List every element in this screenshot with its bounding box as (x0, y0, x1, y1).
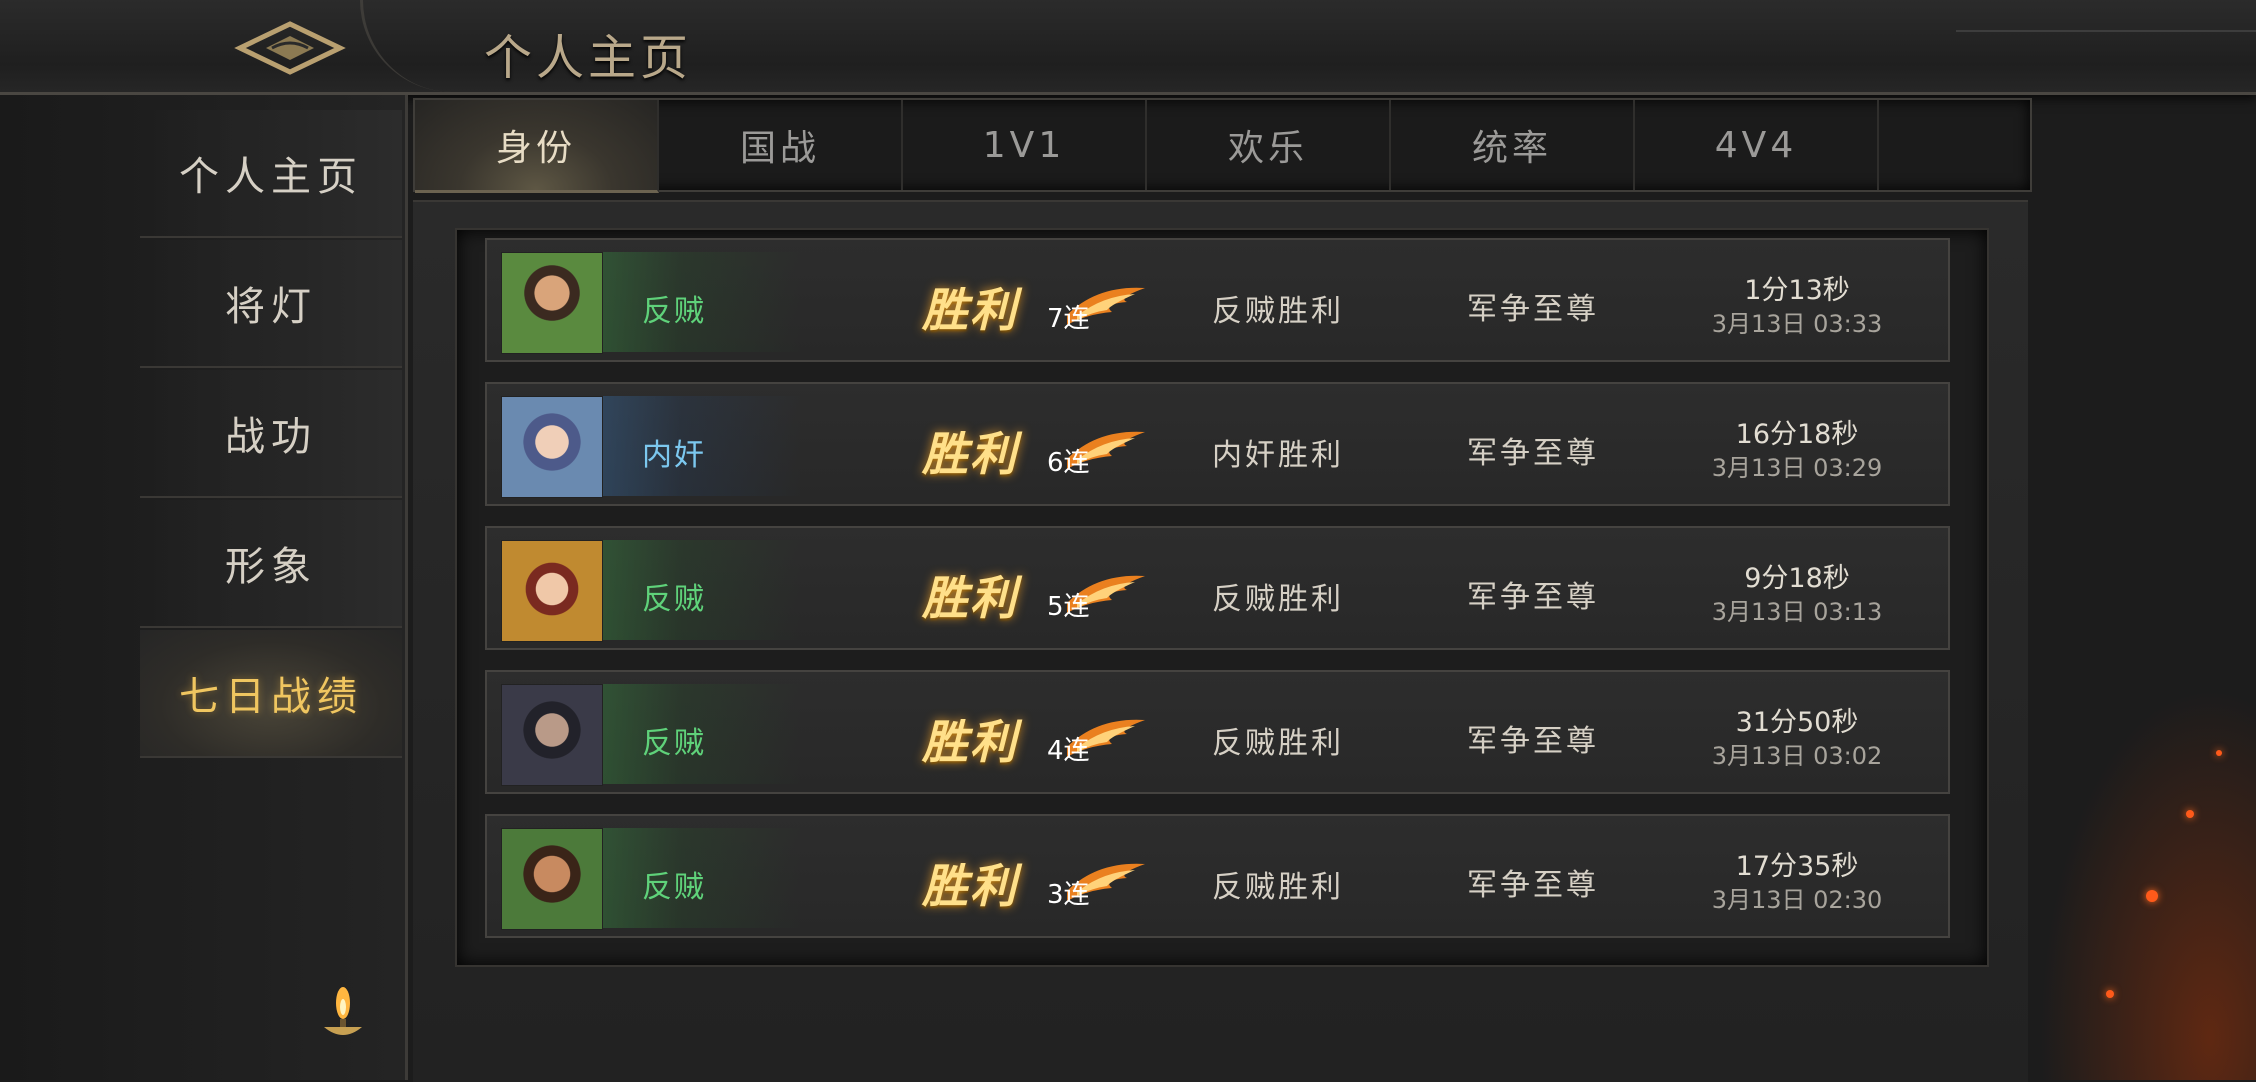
record-row[interactable]: 反贼 胜利 5连 反贼胜利 军争至尊 9分18秒 3月13日 03:13 (485, 526, 1950, 650)
game-datetime: 3月13日 03:29 (1711, 454, 1883, 482)
faction-label: 反贼 (642, 294, 706, 329)
game-datetime: 3月13日 03:33 (1711, 310, 1883, 338)
ember-glow (2026, 660, 2256, 1080)
sidebar-item-label: 战功 (225, 414, 317, 460)
game-duration: 9分18秒 (1744, 563, 1850, 594)
tab-command[interactable]: 统率 (1391, 100, 1635, 190)
sidebar-item-label: 个人主页 (179, 154, 363, 200)
record-row[interactable]: 反贼 胜利 4连 反贼胜利 军争至尊 31分50秒 3月13日 03:02 (485, 670, 1950, 794)
back-emblem-icon (234, 21, 346, 75)
record-row[interactable]: 反贼 胜利 3连 反贼胜利 军争至尊 17分35秒 3月13日 02:30 (485, 814, 1950, 938)
result-label: 胜利 (922, 571, 1018, 625)
rank-label: 军争至尊 (1467, 292, 1599, 327)
sidebar-item-home[interactable]: 个人主页 (140, 110, 402, 238)
game-duration: 16分18秒 (1735, 419, 1859, 450)
sidebar-item-label: 七日战绩 (179, 674, 363, 720)
result-label: 胜利 (922, 427, 1018, 481)
sidebar-item-general-lamp[interactable]: 将灯 (140, 240, 402, 368)
outcome-label: 反贼胜利 (1212, 726, 1344, 761)
rank-label: 军争至尊 (1467, 724, 1599, 759)
general-portrait (501, 396, 603, 498)
general-portrait (501, 684, 603, 786)
tab-label: 4V4 (1714, 124, 1798, 166)
game-duration: 17分35秒 (1735, 851, 1859, 882)
tab-4v4[interactable]: 4V4 (1635, 100, 1879, 190)
streak-count: 4连 (1047, 736, 1090, 766)
general-portrait (501, 828, 603, 930)
tab-label: 统率 (1471, 128, 1552, 169)
header-ornament (1956, 30, 2256, 82)
streak-count: 7连 (1047, 304, 1090, 334)
game-datetime: 3月13日 03:02 (1711, 742, 1883, 770)
ember (2186, 810, 2194, 818)
faction-label: 反贼 (642, 726, 706, 761)
outcome-label: 反贼胜利 (1212, 870, 1344, 905)
ember (2216, 750, 2222, 756)
game-duration: 1分13秒 (1744, 275, 1850, 306)
game-datetime: 3月13日 02:30 (1711, 886, 1883, 914)
game-duration: 31分50秒 (1735, 707, 1859, 738)
general-portrait (501, 252, 603, 354)
result-label: 胜利 (922, 283, 1018, 337)
general-portrait (501, 540, 603, 642)
sidebar-item-label: 形象 (225, 544, 317, 590)
rank-label: 军争至尊 (1467, 436, 1599, 471)
tab-fun[interactable]: 欢乐 (1147, 100, 1391, 190)
header-bar: 个人主页 (0, 0, 2256, 95)
mode-tab-bar: 身份 国战 1V1 欢乐 统率 4V4 (413, 98, 2032, 193)
tab-label: 1V1 (982, 124, 1066, 166)
oil-lamp-icon (318, 985, 368, 1055)
ember (2106, 990, 2114, 998)
sidebar-item-merits[interactable]: 战功 (140, 370, 402, 498)
sidebar-item-label: 将灯 (225, 284, 317, 330)
result-label: 胜利 (922, 859, 1018, 913)
game-datetime: 3月13日 03:13 (1711, 598, 1883, 626)
ember (2146, 890, 2158, 902)
faction-label: 内奸 (642, 438, 706, 473)
faction-label: 反贼 (642, 870, 706, 905)
tab-identity[interactable]: 身份 (415, 100, 659, 193)
outcome-label: 反贼胜利 (1212, 294, 1344, 329)
outcome-label: 反贼胜利 (1212, 582, 1344, 617)
rank-label: 军争至尊 (1467, 868, 1599, 903)
sidebar-item-seven-day-record[interactable]: 七日战绩 (140, 630, 402, 758)
back-emblem-button[interactable] (230, 18, 350, 78)
outcome-label: 内奸胜利 (1212, 438, 1344, 473)
streak-count: 5连 (1047, 592, 1090, 622)
tab-label: 国战 (739, 128, 820, 169)
streak-count: 3连 (1047, 880, 1090, 910)
record-row[interactable]: 内奸 胜利 6连 内奸胜利 军争至尊 16分18秒 3月13日 03:29 (485, 382, 1950, 506)
tab-national-war[interactable]: 国战 (659, 100, 903, 190)
streak-count: 6连 (1047, 448, 1090, 478)
sidebar-item-appearance[interactable]: 形象 (140, 500, 402, 628)
tab-label: 欢乐 (1227, 128, 1308, 169)
faction-label: 反贼 (642, 582, 706, 617)
page-title: 个人主页 (484, 30, 693, 86)
tab-1v1[interactable]: 1V1 (903, 100, 1147, 190)
record-row[interactable]: 反贼 胜利 7连 反贼胜利 军争至尊 1分13秒 3月13日 03:33 (485, 238, 1950, 362)
result-label: 胜利 (922, 715, 1018, 769)
tab-label: 身份 (495, 128, 576, 169)
rank-label: 军争至尊 (1467, 580, 1599, 615)
